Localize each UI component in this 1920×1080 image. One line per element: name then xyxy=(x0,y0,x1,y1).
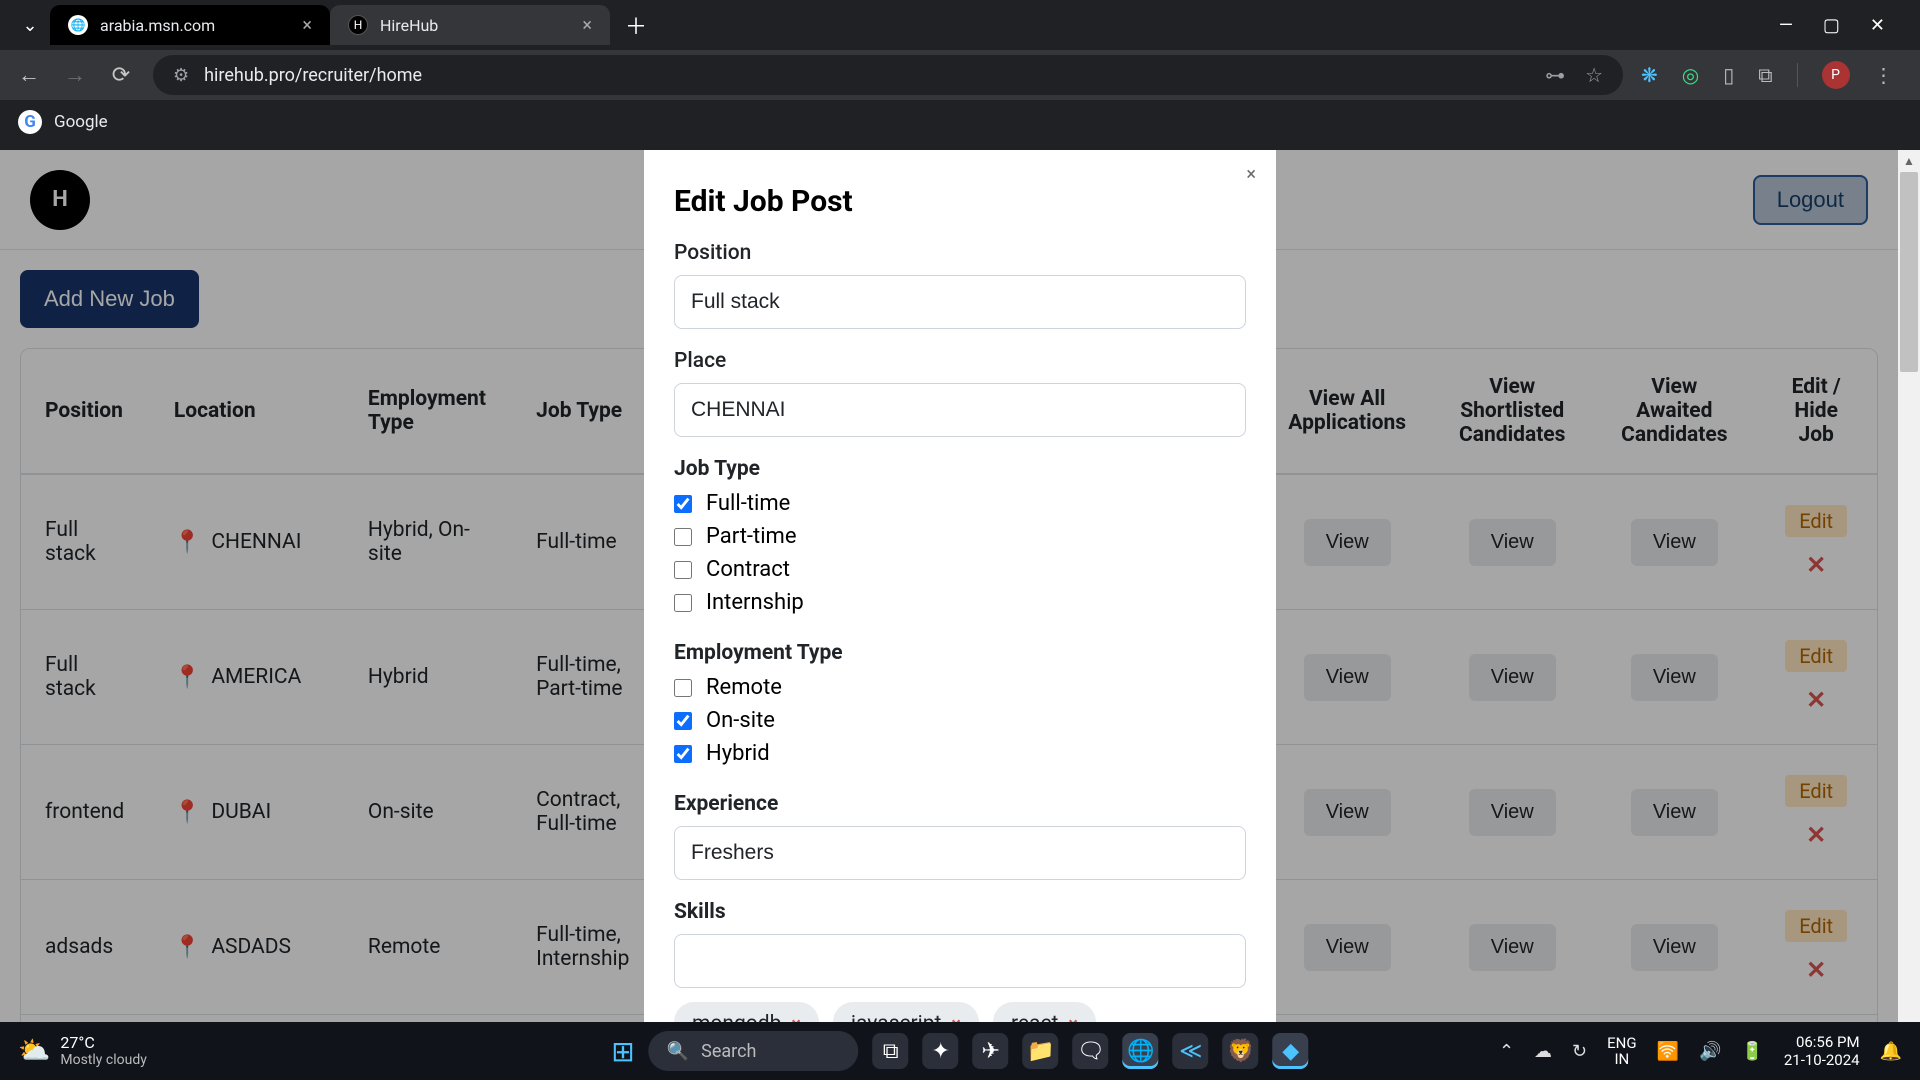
close-icon[interactable]: × xyxy=(302,15,312,36)
battery-icon[interactable]: 🔋 xyxy=(1741,1041,1763,1062)
file-explorer-icon[interactable]: 📁 xyxy=(1023,1033,1059,1069)
checkbox[interactable] xyxy=(674,528,692,546)
checkbox[interactable] xyxy=(674,594,692,612)
job-type-option[interactable]: Full-time xyxy=(674,491,1246,516)
onedrive-icon[interactable]: ☁ xyxy=(1534,1041,1552,1062)
extension-icon[interactable]: ❋ xyxy=(1641,63,1658,87)
option-label: Contract xyxy=(706,557,790,582)
maximize-icon[interactable]: ▢ xyxy=(1823,15,1840,36)
profile-avatar-icon[interactable]: P xyxy=(1822,61,1850,89)
experience-input[interactable] xyxy=(674,826,1246,880)
scrollbar-thumb[interactable] xyxy=(1900,172,1918,372)
tab-list-dropdown-icon[interactable]: ⌄ xyxy=(10,15,50,36)
minimize-icon[interactable]: — xyxy=(1779,15,1793,36)
forward-icon[interactable]: → xyxy=(61,62,89,88)
employment-type-option[interactable]: On-site xyxy=(674,708,1246,733)
place-input[interactable] xyxy=(674,383,1246,437)
new-tab-button[interactable]: ＋ xyxy=(610,9,662,41)
copilot-icon[interactable]: ✦ xyxy=(923,1033,959,1069)
weather-temp: 27°C xyxy=(60,1034,146,1052)
close-window-icon[interactable]: ✕ xyxy=(1870,15,1885,36)
wifi-icon[interactable]: 🛜 xyxy=(1657,1041,1679,1062)
option-label: Internship xyxy=(706,590,804,615)
checkbox[interactable] xyxy=(674,495,692,513)
employment-type-option[interactable]: Remote xyxy=(674,675,1246,700)
bookmark-star-icon[interactable]: ☆ xyxy=(1585,63,1603,87)
back-icon[interactable]: ← xyxy=(15,62,43,88)
address-bar[interactable]: ⚙ hirehub.pro/recruiter/home ⊶ ☆ xyxy=(153,55,1623,95)
language-indicator[interactable]: ENG IN xyxy=(1607,1035,1636,1068)
checkbox[interactable] xyxy=(674,745,692,763)
weather-icon: ⛅ xyxy=(18,1036,50,1066)
position-label: Position xyxy=(674,241,1246,265)
option-label: Remote xyxy=(706,675,782,700)
volume-icon[interactable]: 🔊 xyxy=(1699,1041,1721,1062)
extension-icon[interactable]: ▯ xyxy=(1723,63,1734,87)
skills-label: Skills xyxy=(674,900,1246,924)
extensions-puzzle-icon[interactable]: ⧉ xyxy=(1758,63,1772,87)
tab-title: arabia.msn.com xyxy=(100,16,215,35)
telegram-icon[interactable]: ✈ xyxy=(973,1033,1009,1069)
option-label: Hybrid xyxy=(706,741,770,766)
experience-label: Experience xyxy=(674,792,1246,816)
app-icon[interactable]: ◆ xyxy=(1273,1033,1309,1069)
notifications-icon[interactable]: 🔔 xyxy=(1880,1041,1902,1062)
url-text: hirehub.pro/recruiter/home xyxy=(204,65,422,86)
kebab-menu-icon[interactable]: ⋮ xyxy=(1874,63,1894,87)
employment-type-label: Employment Type xyxy=(674,641,1246,665)
option-label: Part-time xyxy=(706,524,797,549)
brave-icon[interactable]: 🦁 xyxy=(1223,1033,1259,1069)
password-key-icon[interactable]: ⊶ xyxy=(1545,63,1565,87)
page-scrollbar[interactable]: ▲ ▼ xyxy=(1898,150,1920,1080)
place-label: Place xyxy=(674,349,1246,373)
scroll-up-icon[interactable]: ▲ xyxy=(1898,150,1920,172)
option-label: Full-time xyxy=(706,491,790,516)
job-type-label: Job Type xyxy=(674,457,1246,481)
browser-tab-hirehub[interactable]: H HireHub × xyxy=(330,5,610,45)
site-settings-icon[interactable]: ⚙ xyxy=(173,65,189,86)
checkbox[interactable] xyxy=(674,679,692,697)
site-favicon: H xyxy=(348,15,368,35)
checkbox[interactable] xyxy=(674,561,692,579)
google-favicon: G xyxy=(18,110,42,134)
bookmark-item[interactable]: Google xyxy=(54,112,108,132)
chrome-icon[interactable]: 🌐 xyxy=(1123,1033,1159,1069)
tab-title: HireHub xyxy=(380,16,438,35)
discord-icon[interactable]: 🗨 xyxy=(1073,1033,1109,1069)
skills-input[interactable] xyxy=(674,934,1246,988)
separator xyxy=(1797,63,1798,87)
taskbar-search[interactable]: 🔍 Search xyxy=(649,1031,859,1071)
start-icon[interactable]: ⊞ xyxy=(611,1035,634,1068)
modal-title: Edit Job Post xyxy=(674,184,1246,219)
close-icon[interactable]: × xyxy=(1246,164,1256,185)
search-placeholder: Search xyxy=(701,1041,756,1062)
employment-type-option[interactable]: Hybrid xyxy=(674,741,1246,766)
position-input[interactable] xyxy=(674,275,1246,329)
taskview-icon[interactable]: ⧉ xyxy=(873,1033,909,1069)
job-type-option[interactable]: Part-time xyxy=(674,524,1246,549)
reload-icon[interactable]: ⟳ xyxy=(107,63,135,88)
weather-widget[interactable]: ⛅ 27°C Mostly cloudy xyxy=(0,1034,147,1068)
sync-icon[interactable]: ↻ xyxy=(1572,1041,1587,1062)
job-type-option[interactable]: Internship xyxy=(674,590,1246,615)
search-icon: 🔍 xyxy=(667,1041,689,1062)
edit-job-modal: × Edit Job Post Position Place Job Type … xyxy=(644,150,1276,1080)
checkbox[interactable] xyxy=(674,712,692,730)
clock[interactable]: 06:56 PM 21-10-2024 xyxy=(1784,1033,1860,1069)
browser-tab-arabia[interactable]: 🌐 arabia.msn.com × xyxy=(50,5,330,45)
close-icon[interactable]: × xyxy=(582,15,592,36)
vscode-icon[interactable]: ≪ xyxy=(1173,1033,1209,1069)
job-type-option[interactable]: Contract xyxy=(674,557,1246,582)
windows-taskbar: ⛅ 27°C Mostly cloudy ⊞ 🔍 Search ⧉ ✦ ✈ 📁 … xyxy=(0,1022,1920,1080)
globe-icon: 🌐 xyxy=(68,15,88,35)
option-label: On-site xyxy=(706,708,775,733)
weather-desc: Mostly cloudy xyxy=(60,1052,146,1068)
chevron-up-icon[interactable]: ⌃ xyxy=(1499,1041,1514,1062)
extension-icon[interactable]: ◎ xyxy=(1682,63,1699,87)
